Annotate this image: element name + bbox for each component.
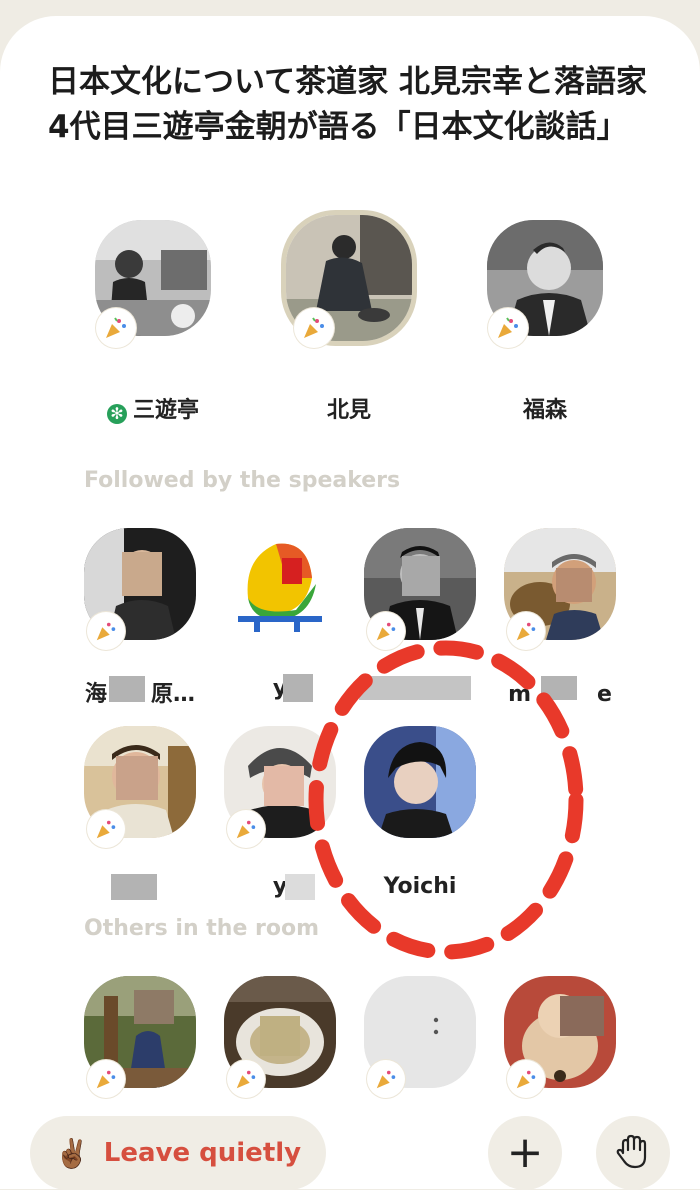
redaction bbox=[285, 874, 315, 900]
pixelated-face bbox=[556, 568, 592, 602]
listener-6[interactable]: y bbox=[205, 724, 355, 914]
speaker-name: ✻ 三遊亭 bbox=[78, 392, 228, 424]
plus-icon: + bbox=[506, 1127, 544, 1178]
victory-hand-icon: ✌🏾 bbox=[54, 1136, 90, 1170]
party-popper-icon bbox=[87, 1060, 125, 1098]
listener-name: Yoichi bbox=[383, 874, 457, 899]
party-popper-icon bbox=[96, 308, 136, 348]
listener-8[interactable] bbox=[205, 974, 355, 1098]
pixelated-face bbox=[116, 756, 158, 800]
party-popper-icon bbox=[87, 612, 125, 650]
pixelated-face bbox=[402, 556, 440, 596]
party-popper-icon bbox=[294, 308, 334, 348]
party-popper-icon bbox=[507, 612, 545, 650]
room-title: 日本文化について茶道家 北見宗幸と落語家 4代目三遊亭金朝が語る「日本文化談話」 bbox=[48, 64, 647, 145]
leave-quietly-button[interactable]: ✌🏾 Leave quietly bbox=[30, 1116, 326, 1190]
listener-10[interactable] bbox=[485, 974, 635, 1098]
raise-hand-button[interactable] bbox=[596, 1116, 670, 1190]
listener-name: y bbox=[272, 874, 288, 899]
raised-hand-icon bbox=[613, 1131, 653, 1175]
section-label-others: Others in the room bbox=[84, 916, 320, 941]
leave-quietly-label: Leave quietly bbox=[103, 1138, 302, 1168]
redaction bbox=[283, 674, 313, 702]
listener-5[interactable] bbox=[65, 724, 215, 914]
party-popper-icon bbox=[227, 1060, 265, 1098]
listener-1[interactable]: 海 原… bbox=[65, 526, 215, 716]
speaker-sanyutei[interactable]: ✻ 三遊亭 bbox=[78, 216, 228, 426]
party-popper-icon bbox=[227, 810, 265, 848]
pixelated-face bbox=[134, 990, 174, 1024]
party-popper-icon bbox=[367, 612, 405, 650]
party-popper-icon bbox=[87, 810, 125, 848]
listener-yoichi[interactable]: Yoichi bbox=[345, 724, 495, 914]
speaker-fukumori[interactable]: 福森 bbox=[470, 216, 620, 426]
party-popper-icon bbox=[367, 1060, 405, 1098]
redaction bbox=[109, 676, 145, 702]
speaker-kitami[interactable]: 北見 bbox=[274, 210, 424, 426]
party-popper-icon bbox=[488, 308, 528, 348]
listener-9[interactable] bbox=[345, 974, 495, 1098]
listener-4[interactable]: m e bbox=[485, 526, 635, 716]
pixelated-face bbox=[264, 766, 304, 806]
listener-3[interactable] bbox=[345, 526, 495, 716]
listener-2[interactable]: y bbox=[205, 526, 355, 716]
room-controls: ✌🏾 Leave quietly + bbox=[0, 1100, 700, 1190]
speaker-name: 福森 bbox=[522, 398, 567, 423]
redaction bbox=[359, 676, 471, 700]
moderator-star-icon: ✻ bbox=[106, 404, 127, 424]
party-popper-icon bbox=[507, 1060, 545, 1098]
section-label-followed: Followed by the speakers bbox=[84, 468, 401, 493]
add-button[interactable]: + bbox=[488, 1116, 562, 1190]
listener-7[interactable] bbox=[65, 974, 215, 1098]
listener-name: y bbox=[272, 676, 288, 701]
redaction bbox=[111, 874, 157, 900]
pixelated-face bbox=[122, 552, 162, 596]
pixelated-face bbox=[560, 996, 604, 1036]
pixelated-image bbox=[260, 1016, 300, 1056]
redaction bbox=[541, 676, 577, 700]
speaker-name: 北見 bbox=[326, 398, 371, 423]
avatar bbox=[224, 528, 336, 640]
room-card: 日本文化について茶道家 北見宗幸と落語家 4代目三遊亭金朝が語る「日本文化談話」… bbox=[0, 16, 700, 1189]
avatar bbox=[364, 726, 476, 838]
